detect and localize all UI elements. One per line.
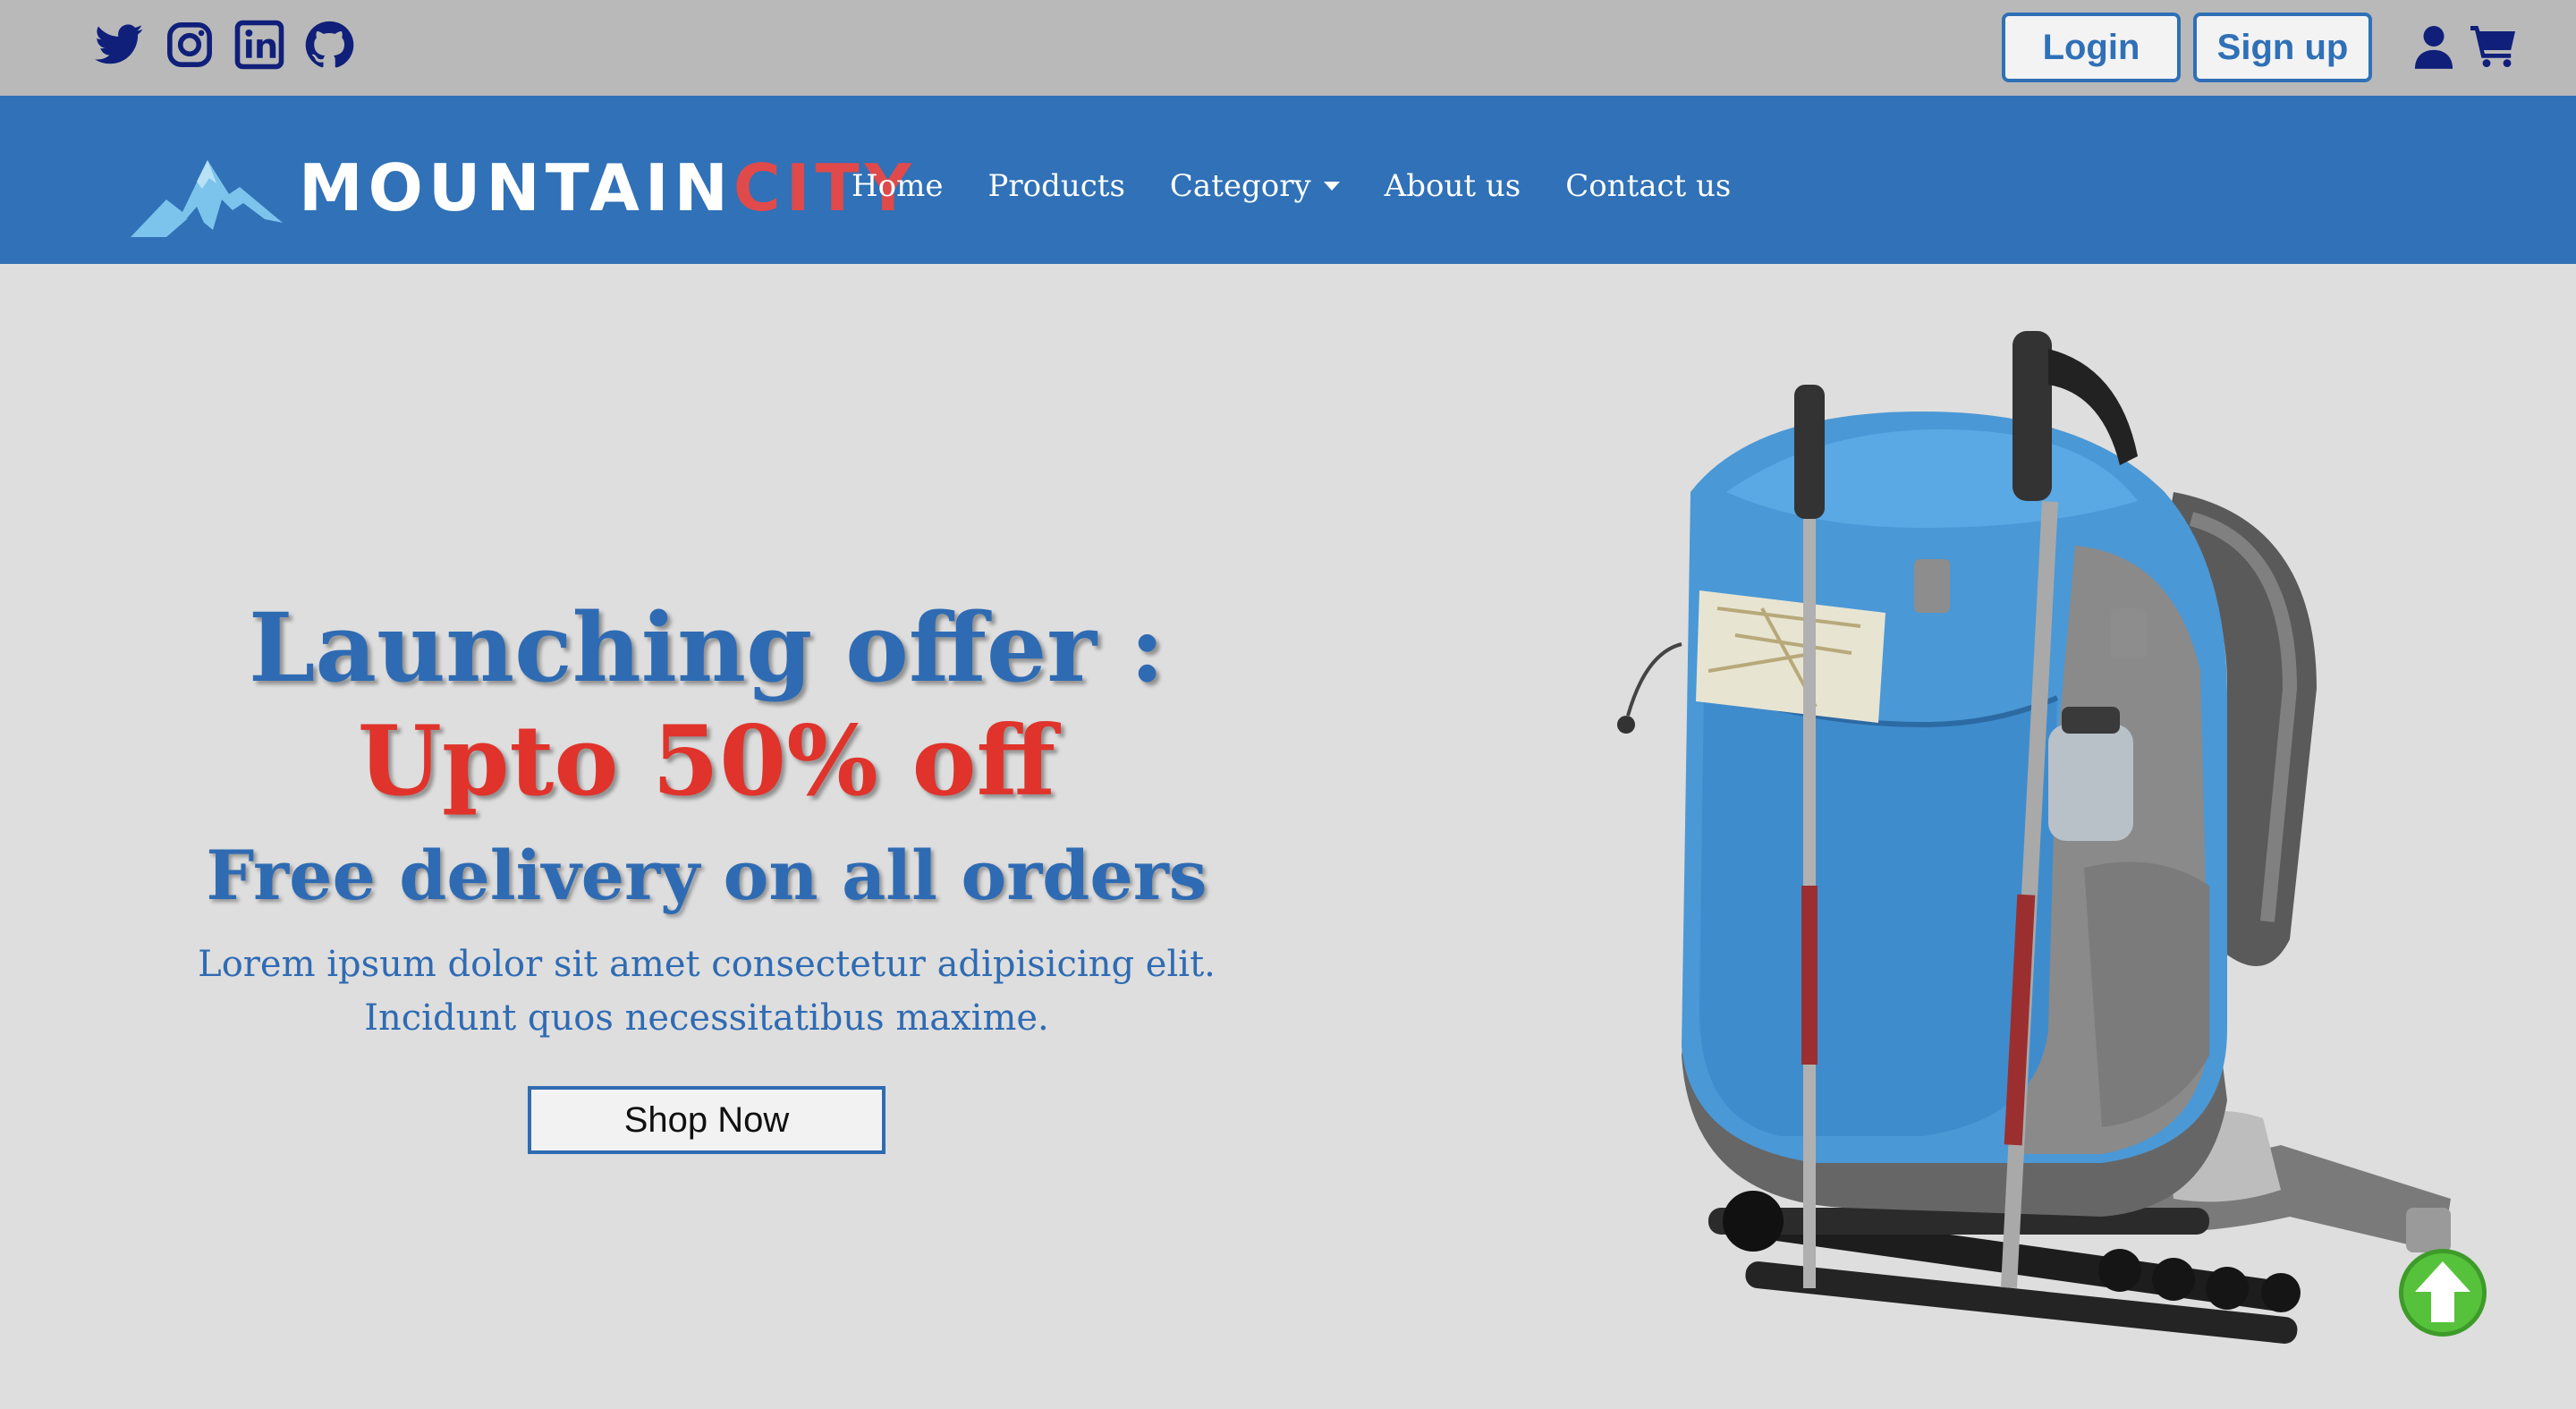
hero-subheadline: Free delivery on all orders xyxy=(206,836,1208,915)
caret-down-icon xyxy=(1323,182,1340,191)
nav-category[interactable]: Category xyxy=(1170,158,1340,214)
user-icon[interactable] xyxy=(2413,24,2454,69)
nav-category-label: Category xyxy=(1169,168,1311,204)
login-button[interactable]: Login xyxy=(2002,13,2181,82)
nav-menu: Home Products Category About us Contact … xyxy=(852,158,1731,214)
brand-name[interactable]: MOUNTAINCITY xyxy=(299,148,917,228)
scroll-to-top-icon[interactable] xyxy=(2397,1247,2488,1338)
social-links xyxy=(95,20,354,70)
brand-name-part1: MOUNTAIN xyxy=(299,150,733,225)
nav-products[interactable]: Products xyxy=(987,158,1124,214)
cart-icon[interactable] xyxy=(2470,23,2517,68)
shop-now-button[interactable]: Shop Now xyxy=(528,1086,886,1154)
hero-headline: Launching offer : xyxy=(248,591,1165,703)
nav-about[interactable]: About us xyxy=(1385,158,1521,214)
top-bar: Login Sign up xyxy=(0,0,2576,96)
hero-offer: Upto 50% off xyxy=(357,705,1056,818)
backpack-image xyxy=(1547,313,2469,1396)
hero-text: Launching offer : Upto 50% off Free deli… xyxy=(134,590,1279,1045)
twitter-icon[interactable] xyxy=(95,20,145,70)
hero-description: Lorem ipsum dolor sit amet consectetur a… xyxy=(198,944,1216,1039)
signup-button[interactable]: Sign up xyxy=(2193,13,2372,82)
mountain-logo-icon[interactable] xyxy=(131,148,283,241)
github-icon[interactable] xyxy=(304,20,354,70)
auth-buttons: Login Sign up xyxy=(2002,13,2372,82)
nav-contact[interactable]: Contact us xyxy=(1565,158,1731,214)
linkedin-icon[interactable] xyxy=(234,20,284,70)
main-navbar: MOUNTAINCITY Home Products Category Abou… xyxy=(0,96,2576,264)
nav-home[interactable]: Home xyxy=(852,158,943,214)
instagram-icon[interactable] xyxy=(165,20,215,70)
